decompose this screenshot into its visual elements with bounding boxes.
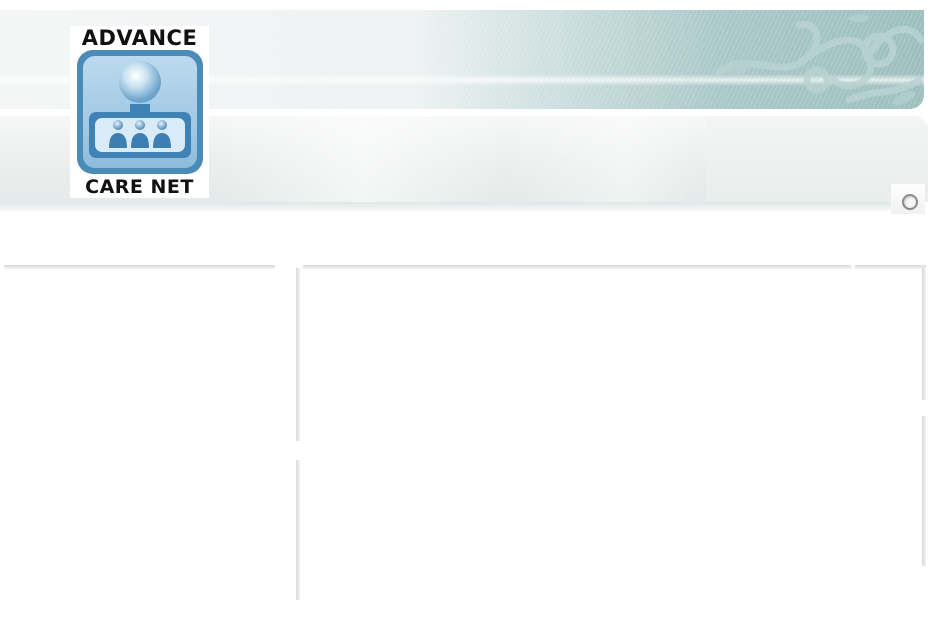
logo-text-bottom: CARE NET bbox=[85, 176, 194, 198]
left-panel-top-border bbox=[4, 265, 275, 269]
left-panel-right-border-lower bbox=[296, 460, 300, 600]
radio-button-icon[interactable] bbox=[902, 194, 918, 210]
header-divider bbox=[0, 202, 924, 212]
main-panel-right-border-upper bbox=[922, 268, 926, 400]
main-panel-right-border-lower bbox=[922, 416, 926, 566]
header-radio-widget[interactable] bbox=[891, 184, 925, 214]
right-panel-top-border bbox=[855, 265, 926, 269]
site-logo[interactable]: ADVANCE CARE NET bbox=[70, 26, 209, 198]
care-network-people-icon bbox=[77, 50, 203, 174]
main-panel-top-border bbox=[303, 265, 851, 269]
left-panel-right-border-upper bbox=[296, 268, 300, 441]
logo-text-top: ADVANCE bbox=[81, 26, 198, 50]
floral-ornament-icon bbox=[715, 14, 924, 106]
